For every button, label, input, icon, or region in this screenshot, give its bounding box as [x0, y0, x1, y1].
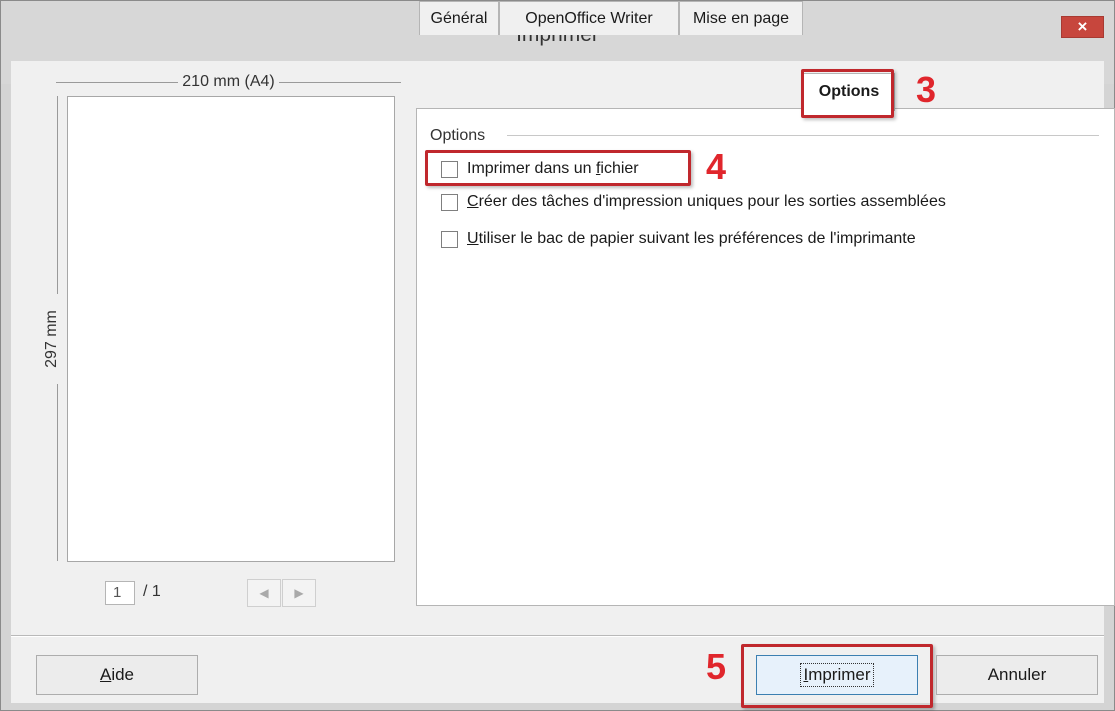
- options-group-label: Options: [430, 127, 486, 144]
- page-total: / 1: [143, 583, 161, 600]
- annotation-box-step3: [801, 69, 894, 118]
- printer-tray-option[interactable]: Utiliser le bac de papier suivant les pr…: [441, 228, 916, 250]
- collated-jobs-checkbox[interactable]: [441, 193, 458, 211]
- previous-page-button[interactable]: ◀: [247, 579, 281, 607]
- close-icon: ×: [1077, 17, 1088, 36]
- printer-tray-label: Utiliser le bac de papier suivant les pr…: [467, 230, 916, 247]
- printer-tray-checkbox[interactable]: [441, 230, 458, 248]
- print-button[interactable]: Imprimer: [756, 655, 918, 695]
- collated-jobs-label: Créer des tâches d'impression uniques po…: [467, 193, 946, 210]
- tab-general[interactable]: Général: [419, 1, 499, 35]
- group-divider: [507, 135, 1099, 136]
- page-preview: [67, 96, 395, 562]
- close-button[interactable]: ×: [1061, 16, 1104, 38]
- preview-width-dimension: 210 mm (A4): [56, 73, 401, 91]
- cancel-button[interactable]: Annuler: [936, 655, 1098, 695]
- preview-width-label: 210 mm (A4): [178, 73, 279, 90]
- collated-jobs-option[interactable]: Créer des tâches d'impression uniques po…: [441, 191, 946, 213]
- annotation-number-4: 4: [706, 146, 727, 187]
- tab-openoffice-writer[interactable]: OpenOffice Writer: [499, 1, 679, 35]
- preview-height-dimension: 297 mm: [41, 96, 63, 561]
- tab-mise-en-page[interactable]: Mise en page: [679, 1, 803, 35]
- preview-height-label: 297 mm: [43, 294, 61, 384]
- footer-separator-highlight: [11, 636, 1104, 637]
- help-button-label: Aide: [99, 665, 135, 684]
- annotation-number-5: 5: [706, 646, 727, 687]
- chevron-right-icon: ▶: [294, 586, 304, 600]
- annotation-box-step4: [425, 150, 691, 186]
- page-number-input[interactable]: 1: [105, 581, 135, 605]
- print-dialog: Imprimer × 210 mm (A4) 297 mm 1 / 1 ◀ ▶ …: [0, 0, 1115, 711]
- chevron-left-icon: ◀: [259, 586, 269, 600]
- print-button-label: Imprimer: [800, 663, 874, 687]
- annotation-number-3: 3: [916, 69, 937, 110]
- help-button[interactable]: Aide: [36, 655, 198, 695]
- next-page-button[interactable]: ▶: [282, 579, 316, 607]
